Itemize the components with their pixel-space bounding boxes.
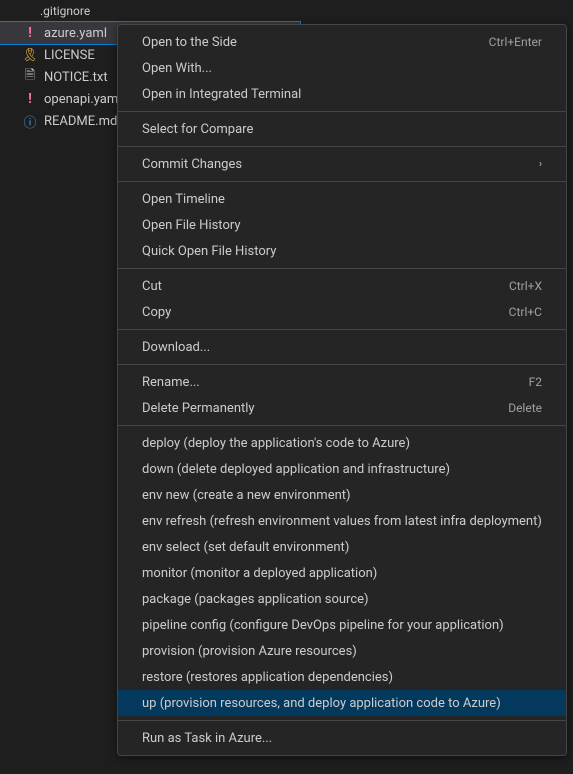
- menu-label: package (packages application source): [142, 592, 369, 607]
- menu-label: Cut: [142, 279, 162, 294]
- menu-label: down (delete deployed application and in…: [142, 462, 450, 477]
- menu-item-open-with[interactable]: Open With...: [118, 55, 566, 81]
- info-icon: ⓘ: [22, 113, 38, 129]
- file-label: LICENSE: [44, 48, 95, 63]
- file-label: NOTICE.txt: [44, 70, 108, 85]
- menu-label: Download...: [142, 340, 210, 355]
- menu-divider: [118, 181, 566, 182]
- menu-item-pipeline-config-configure-devops-pipelin[interactable]: pipeline config (configure DevOps pipeli…: [118, 612, 566, 638]
- menu-shortcut: F2: [529, 375, 542, 389]
- menu-item-package-packages-application-source[interactable]: package (packages application source): [118, 586, 566, 612]
- menu-item-open-to-the-side[interactable]: Open to the Side Ctrl+Enter: [118, 29, 566, 55]
- menu-item-provision-provision-azure-resources[interactable]: provision (provision Azure resources): [118, 638, 566, 664]
- menu-item-open-file-history[interactable]: Open File History: [118, 212, 566, 238]
- menu-label: Open Timeline: [142, 192, 225, 207]
- menu-label: env select (set default environment): [142, 540, 349, 555]
- menu-shortcut: Ctrl+X: [509, 279, 542, 293]
- menu-divider: [118, 146, 566, 147]
- menu-label: Open With...: [142, 61, 212, 76]
- menu-item-deploy-deploy-the-application-s-code-to-[interactable]: deploy (deploy the application's code to…: [118, 430, 566, 456]
- menu-label: Copy: [142, 305, 171, 320]
- menu-label: restore (restores application dependenci…: [142, 670, 393, 685]
- menu-label: Open File History: [142, 218, 241, 233]
- menu-label: monitor (monitor a deployed application): [142, 566, 377, 581]
- menu-divider: [118, 364, 566, 365]
- menu-label: Run as Task in Azure...: [142, 731, 272, 746]
- menu-label: Open in Integrated Terminal: [142, 87, 301, 102]
- menu-item-up-provision-resources-and-deploy-applic[interactable]: up (provision resources, and deploy appl…: [118, 690, 566, 716]
- menu-item-quick-open-file-history[interactable]: Quick Open File History: [118, 238, 566, 264]
- menu-item-cut[interactable]: Cut Ctrl+X: [118, 273, 566, 299]
- menu-divider: [118, 720, 566, 721]
- menu-shortcut: Ctrl+C: [509, 305, 542, 319]
- menu-shortcut: Delete: [508, 401, 542, 415]
- menu-item-copy[interactable]: Copy Ctrl+C: [118, 299, 566, 325]
- menu-item-run-as-task-in-azure[interactable]: Run as Task in Azure...: [118, 725, 566, 751]
- file-item-gitignore[interactable]: .gitignore: [0, 0, 300, 22]
- menu-item-down-delete-deployed-application-and-inf[interactable]: down (delete deployed application and in…: [118, 456, 566, 482]
- menu-label: deploy (deploy the application's code to…: [142, 436, 410, 451]
- menu-label: Delete Permanently: [142, 401, 255, 416]
- file-label: openapi.yam: [44, 92, 118, 107]
- yaml-icon: !: [22, 25, 38, 41]
- menu-label: pipeline config (configure DevOps pipeli…: [142, 618, 504, 633]
- menu-label: Commit Changes: [142, 157, 242, 172]
- txt-icon: 🗎: [22, 69, 38, 85]
- menu-item-commit-changes[interactable]: Commit Changes ›: [118, 151, 566, 177]
- file-label: azure.yaml: [44, 26, 107, 41]
- menu-item-download[interactable]: Download...: [118, 334, 566, 360]
- menu-label: up (provision resources, and deploy appl…: [142, 696, 501, 711]
- menu-divider: [118, 268, 566, 269]
- menu-item-open-timeline[interactable]: Open Timeline: [118, 186, 566, 212]
- menu-label: Rename...: [142, 375, 200, 390]
- file-label: README.md: [44, 114, 117, 129]
- menu-label: provision (provision Azure resources): [142, 644, 357, 659]
- menu-label: Quick Open File History: [142, 244, 276, 259]
- menu-label: Select for Compare: [142, 122, 253, 137]
- menu-label: Open to the Side: [142, 35, 237, 50]
- menu-shortcut: Ctrl+Enter: [489, 35, 542, 49]
- context-menu: Open to the Side Ctrl+Enter Open With... Op…: [117, 24, 567, 756]
- menu-divider: [118, 329, 566, 330]
- menu-item-env-new-create-a-new-environment[interactable]: env new (create a new environment): [118, 482, 566, 508]
- menu-item-env-refresh-refresh-environment-values-f[interactable]: env refresh (refresh environment values …: [118, 508, 566, 534]
- license-icon: 🎗: [22, 47, 38, 63]
- menu-item-open-in-integrated-terminal[interactable]: Open in Integrated Terminal: [118, 81, 566, 107]
- chevron-right-icon: ›: [539, 159, 542, 170]
- menu-item-rename[interactable]: Rename... F2: [118, 369, 566, 395]
- menu-item-monitor-monitor-a-deployed-application[interactable]: monitor (monitor a deployed application): [118, 560, 566, 586]
- menu-item-delete-permanently[interactable]: Delete Permanently Delete: [118, 395, 566, 421]
- menu-item-select-for-compare[interactable]: Select for Compare: [118, 116, 566, 142]
- menu-item-restore-restores-application-dependencie[interactable]: restore (restores application dependenci…: [118, 664, 566, 690]
- menu-divider: [118, 425, 566, 426]
- menu-divider: [118, 111, 566, 112]
- yaml-icon: !: [22, 91, 38, 107]
- menu-label: env new (create a new environment): [142, 488, 351, 503]
- menu-label: env refresh (refresh environment values …: [142, 514, 542, 529]
- menu-item-env-select-set-default-environment[interactable]: env select (set default environment): [118, 534, 566, 560]
